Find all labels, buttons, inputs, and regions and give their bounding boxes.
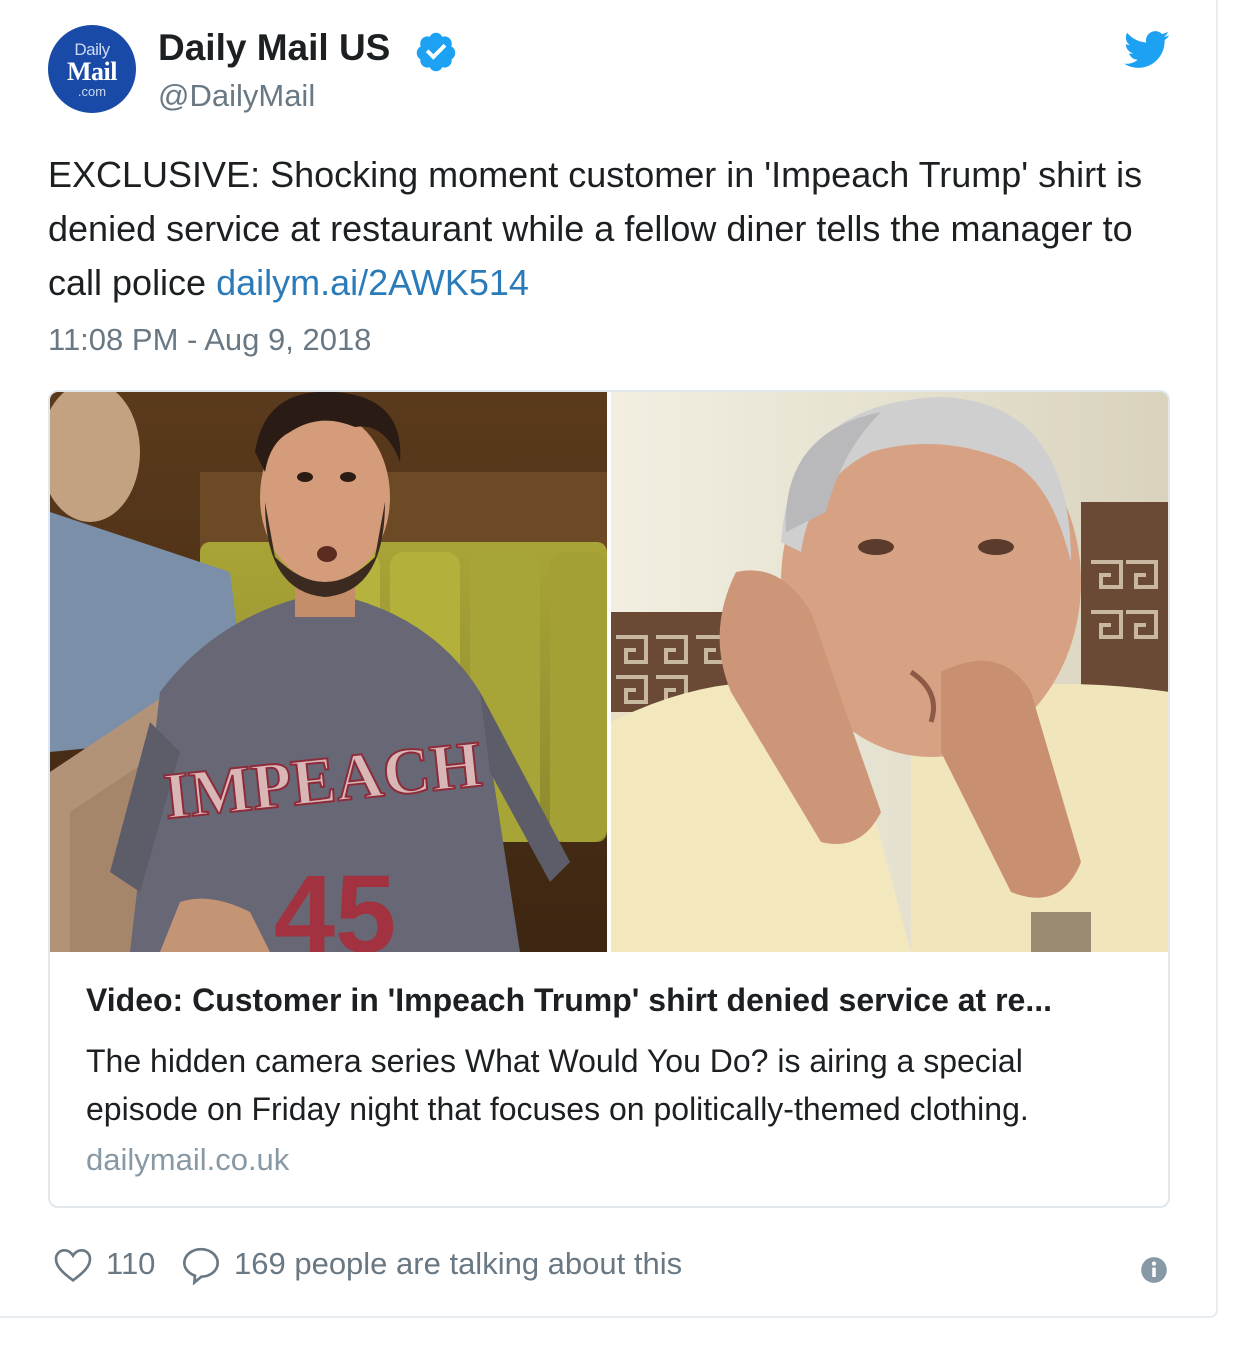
verified-badge-icon bbox=[416, 32, 456, 72]
like-count[interactable]: 110 bbox=[106, 1244, 155, 1284]
info-icon[interactable] bbox=[1140, 1256, 1168, 1284]
preview-image-right bbox=[611, 392, 1168, 952]
shirt-number: 45 bbox=[274, 853, 396, 952]
avatar-line-2: Mail bbox=[67, 57, 118, 86]
display-name[interactable]: Daily Mail US bbox=[158, 26, 390, 70]
tweet-text: EXCLUSIVE: Shocking moment customer in '… bbox=[48, 148, 1188, 310]
tweet-embed: Daily Mail .com Daily Mail US @DailyMail… bbox=[0, 0, 1218, 1318]
tweet-timestamp[interactable]: 11:08 PM - Aug 9, 2018 bbox=[48, 320, 371, 360]
preview-image-left: IMPEACH 45 bbox=[50, 392, 607, 952]
tweet-link[interactable]: dailym.ai/2AWK514 bbox=[216, 262, 529, 303]
link-card-domain: dailymail.co.uk bbox=[86, 1142, 290, 1177]
link-card-description: The hidden camera series What Would You … bbox=[86, 1043, 1029, 1127]
speech-bubble-icon[interactable] bbox=[180, 1245, 222, 1285]
tweet-body: EXCLUSIVE: Shocking moment customer in '… bbox=[48, 154, 1143, 303]
twitter-bird-icon[interactable] bbox=[1124, 30, 1170, 70]
heart-icon[interactable] bbox=[52, 1245, 94, 1285]
avatar-line-3: .com bbox=[77, 84, 107, 99]
conversation-count[interactable]: 169 people are talking about this bbox=[234, 1244, 682, 1284]
link-card-title[interactable]: Video: Customer in 'Impeach Trump' shirt… bbox=[86, 980, 1136, 1020]
account-handle[interactable]: @DailyMail bbox=[158, 78, 315, 114]
link-preview-card[interactable]: IMPEACH 45 Video: Customer in 'Impeach T… bbox=[48, 390, 1170, 1208]
avatar[interactable]: Daily Mail .com bbox=[48, 25, 136, 113]
